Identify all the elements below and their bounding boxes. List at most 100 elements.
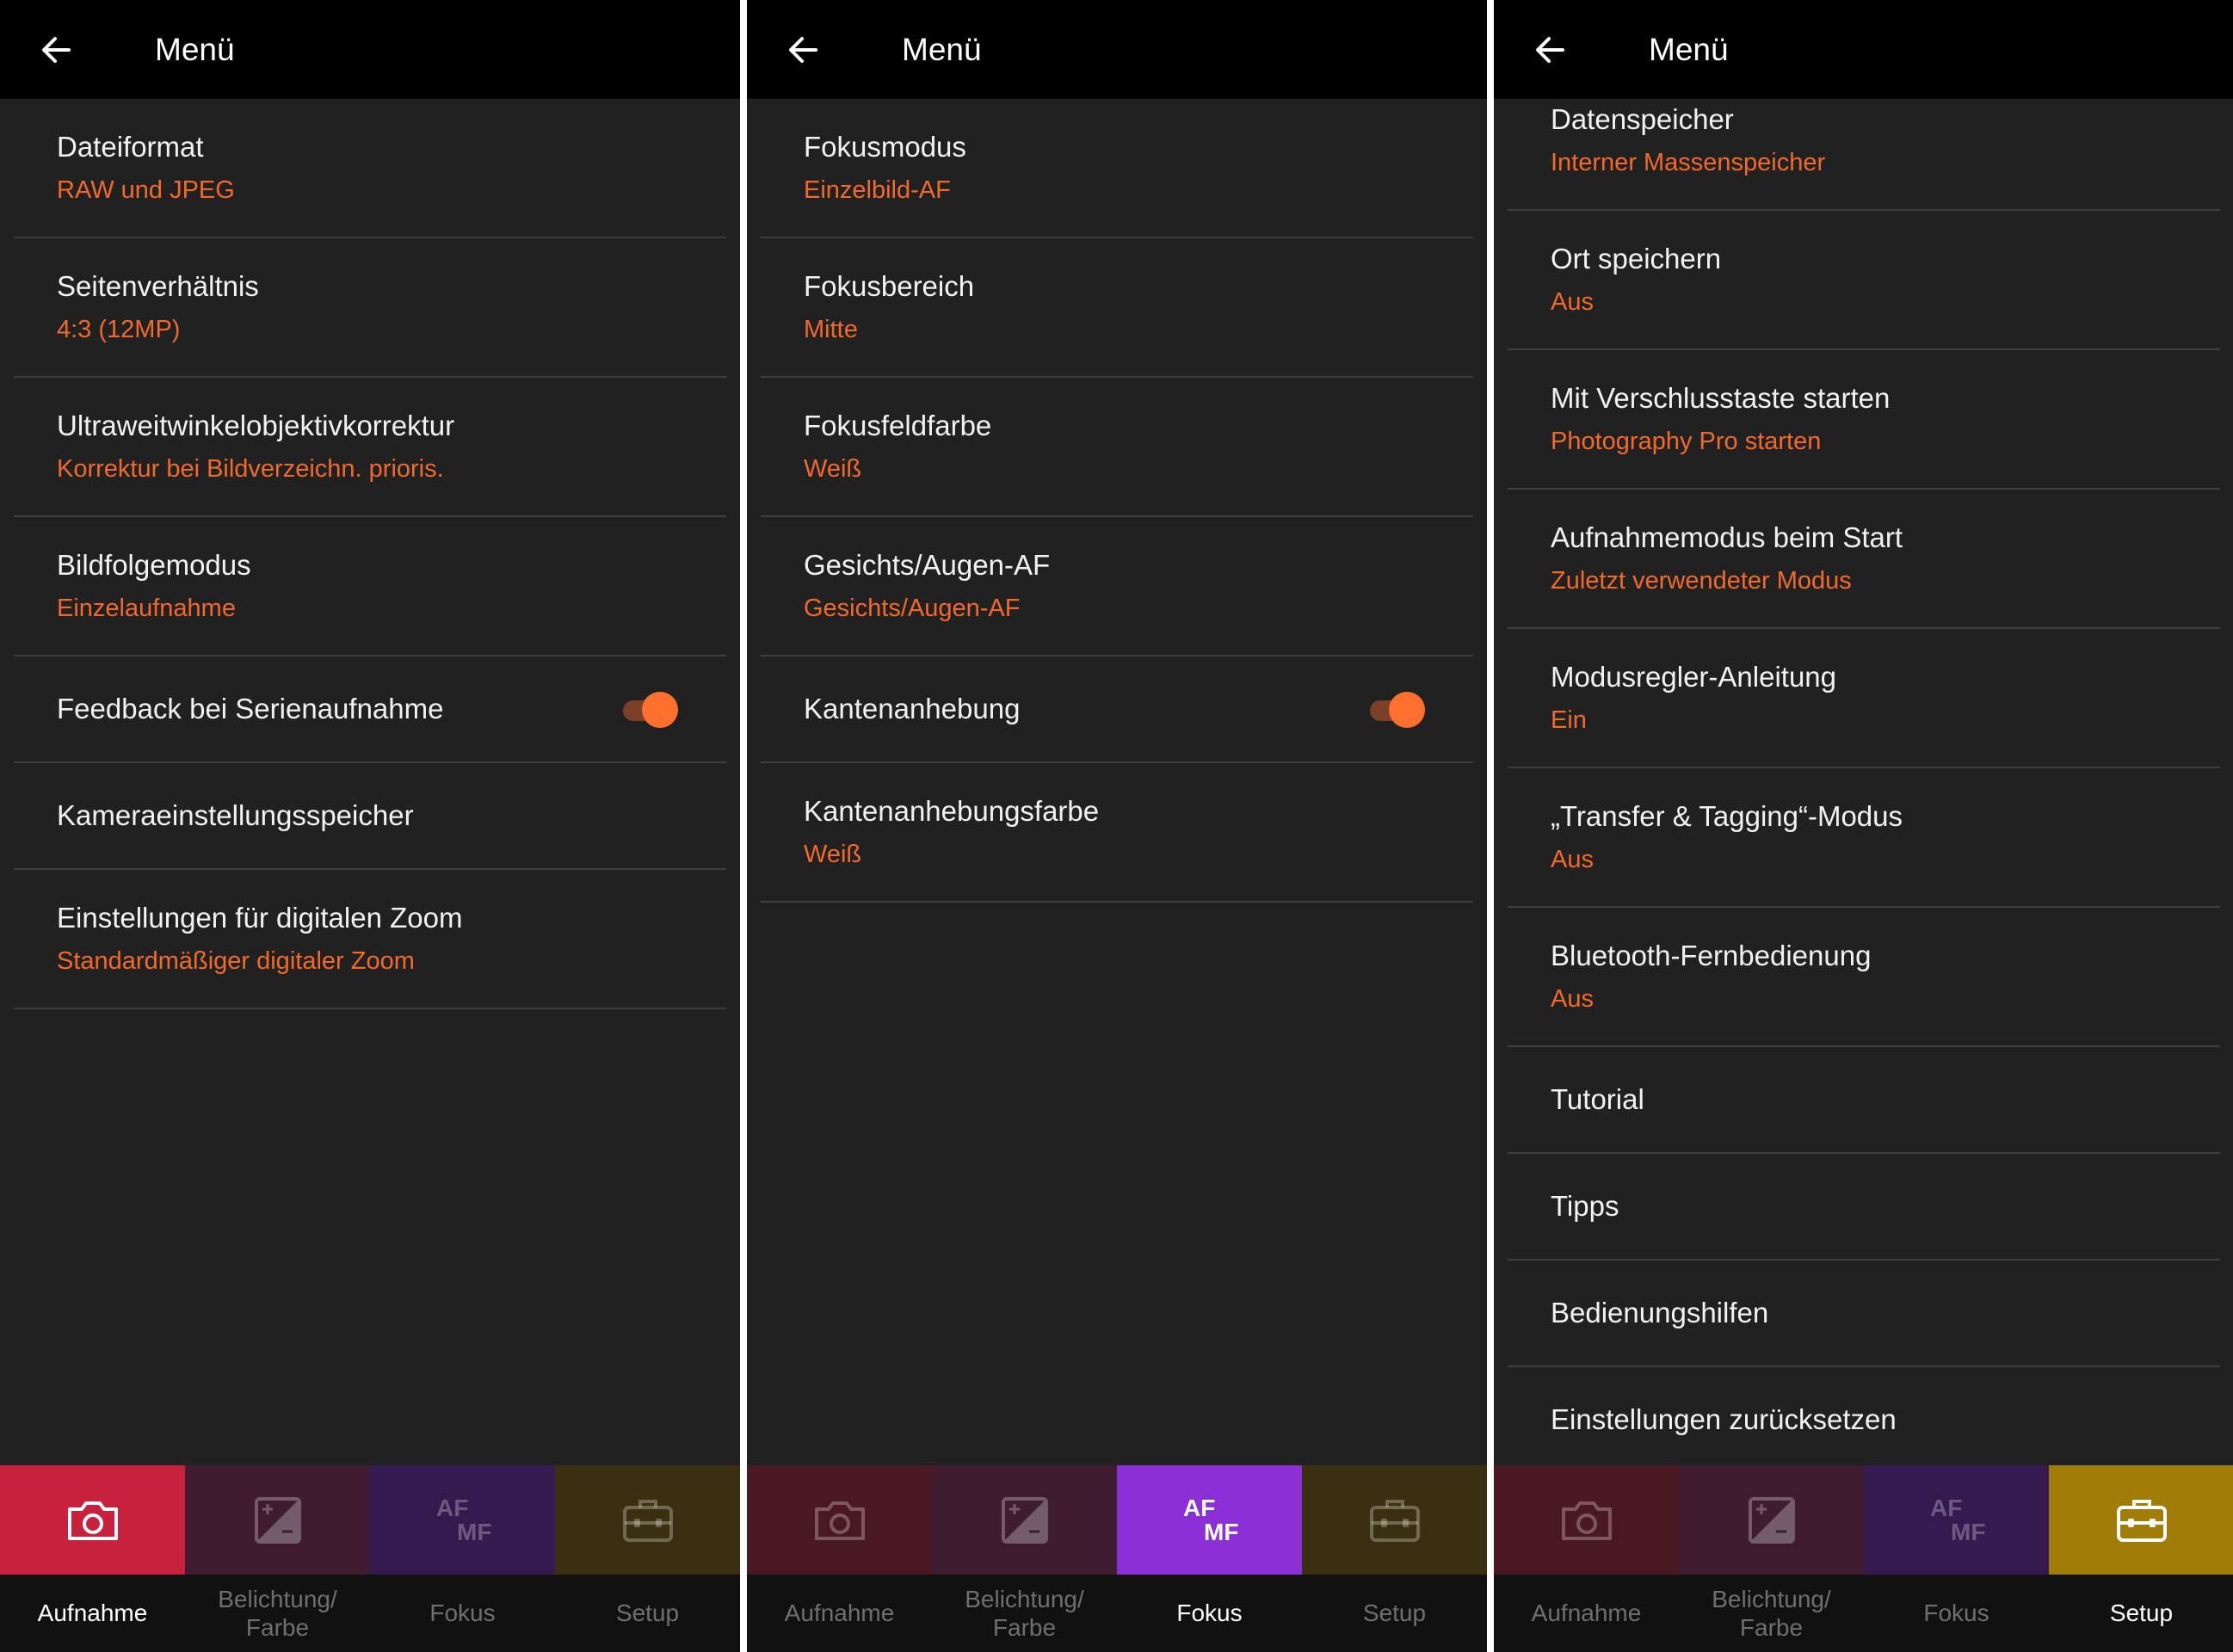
tab-label: Setup — [2109, 1600, 2174, 1626]
tab-setup[interactable]: Setup — [1302, 1465, 1487, 1652]
tab-label: Belichtung/ Farbe — [1712, 1586, 1831, 1641]
tab-belichtung[interactable]: Belichtung/ Farbe — [932, 1465, 1117, 1652]
icon-af-text: AF — [1930, 1495, 1962, 1521]
tab-label: Aufnahme — [784, 1600, 895, 1626]
camera-icon — [810, 1490, 870, 1550]
menu-item-title: Kameraeinstellungsspeicher — [57, 799, 414, 831]
tab-icon-area — [185, 1465, 370, 1575]
tab-aufnahme[interactable]: Aufnahme — [1494, 1465, 1679, 1652]
menu-item-transfer-tagging-modus[interactable]: „Transfer & Tagging“-Modus Aus — [1508, 768, 2220, 908]
tab-icon-area: AF MF — [1864, 1465, 2049, 1575]
icon-mf-text: MF — [1204, 1519, 1238, 1545]
menu-item-ultraweitwinkelobjektivkorrektur[interactable]: Ultraweitwinkelobjektivkorrektur Korrektu… — [14, 378, 726, 517]
icon-af-text: AF — [436, 1495, 468, 1521]
icon-mf-text: MF — [1951, 1519, 1985, 1545]
menu-item-title: Tipps — [1551, 1190, 1619, 1222]
tab-label: Setup — [1362, 1600, 1427, 1626]
menu-item-bluetooth-fernbedienung[interactable]: Bluetooth-Fernbedienung Aus — [1508, 908, 2220, 1047]
menu-item-feedback-bei-serienaufnahme[interactable]: Feedback bei Serienaufnahme — [14, 656, 726, 763]
menu-item-title: Dateiformat — [57, 131, 204, 163]
menu-item-ort-speichern[interactable]: Ort speichern Aus — [1508, 211, 2220, 350]
menu-item-value: Photography Pro starten — [1551, 428, 1822, 455]
menu-item-kantenanhebungsfarbe[interactable]: Kantenanhebungsfarbe Weiß — [761, 763, 1473, 903]
bottom-tab-bar: Aufnahme Belichtung/ Farbe AF MF Fokus Setup — [747, 1465, 1487, 1652]
menu-item-title: Fokusfeldfarbe — [804, 410, 992, 441]
menu-item-title: Ultraweitwinkelobjektivkorrektur — [57, 410, 455, 441]
tab-fokus[interactable]: AF MF Fokus — [1864, 1465, 2049, 1652]
menu-item-title: Einstellungen für digitalen Zoom — [57, 902, 463, 934]
back-arrow-icon[interactable] — [785, 31, 823, 69]
menu-item-modusregler-anleitung[interactable]: Modusregler-Anleitung Ein — [1508, 629, 2220, 768]
menu-item-fokusbereich[interactable]: Fokusbereich Mitte — [761, 238, 1473, 378]
menu-item-value: RAW und JPEG — [57, 176, 235, 204]
tab-icon-area — [1494, 1465, 1679, 1575]
menu-item-dateiformat[interactable]: Dateiformat RAW und JPEG — [14, 99, 726, 238]
toggle-switch[interactable] — [620, 691, 680, 729]
menu-item-einstellungen-zuruecksetzen[interactable]: Einstellungen zurücksetzen — [1508, 1367, 2220, 1474]
menu-item-kantenanhebung[interactable]: Kantenanhebung — [761, 656, 1473, 763]
icon-af-text: AF — [1183, 1495, 1215, 1521]
menu-item-aufnahmemodus-beim-start[interactable]: Aufnahmemodus beim Start Zuletzt verwende… — [1508, 490, 2220, 629]
tab-fokus[interactable]: AF MF Fokus — [1117, 1465, 1302, 1652]
tab-label-area: Setup — [555, 1575, 740, 1652]
menu-item-title: Bildfolgemodus — [57, 549, 251, 581]
toolbox-icon — [1365, 1490, 1425, 1550]
tab-belichtung[interactable]: Belichtung/ Farbe — [185, 1465, 370, 1652]
toolbox-icon — [2112, 1490, 2172, 1550]
menu-item-bedienungshilfen[interactable]: Bedienungshilfen — [1508, 1261, 2220, 1367]
menu-item-bildfolgemodus[interactable]: Bildfolgemodus Einzelaufnahme — [14, 517, 726, 656]
menu-item-title: „Transfer & Tagging“-Modus — [1551, 800, 1903, 832]
tab-label: Fokus — [429, 1600, 496, 1626]
camera-icon — [1557, 1490, 1617, 1550]
menu-item-value: Weiß — [804, 455, 862, 483]
menu-item-gesichts-augen-af[interactable]: Gesichts/Augen-AF Gesichts/Augen-AF — [761, 517, 1473, 656]
tab-setup[interactable]: Setup — [555, 1465, 740, 1652]
tab-aufnahme[interactable]: Aufnahme — [0, 1465, 185, 1652]
tab-label: Aufnahme — [37, 1600, 148, 1626]
page-title: Menü — [1649, 32, 1729, 67]
tab-belichtung[interactable]: Belichtung/ Farbe — [1679, 1465, 1864, 1652]
back-arrow-icon[interactable] — [1532, 31, 1570, 69]
menu-item-mit-verschlusstaste-starten[interactable]: Mit Verschlusstaste starten Photography P… — [1508, 350, 2220, 490]
menu-item-tipps[interactable]: Tipps — [1508, 1154, 2220, 1261]
menu-item-title: Gesichts/Augen-AF — [804, 549, 1051, 581]
tab-fokus[interactable]: AF MF Fokus — [370, 1465, 555, 1652]
tab-label: Belichtung/ Farbe — [965, 1586, 1084, 1641]
menu-item-value: Korrektur bei Bildverzeichn. prioris. — [57, 455, 444, 483]
settings-list: Dateiformat RAW und JPEG Seitenverhältnis 4… — [14, 99, 726, 1009]
app-bar: Menü — [747, 0, 1487, 99]
menu-item-title: Feedback bei Serienaufnahme — [57, 693, 444, 724]
menu-item-tutorial[interactable]: Tutorial — [1508, 1047, 2220, 1154]
menu-item-seitenverhaeltnis[interactable]: Seitenverhältnis 4:3 (12MP) — [14, 238, 726, 378]
tab-setup[interactable]: Setup — [2049, 1465, 2233, 1652]
menu-item-title: Mit Verschlusstaste starten — [1551, 382, 1891, 414]
menu-panel-setup: Datenspeicher Interner Massenspeicher Ort … — [1494, 0, 2233, 1652]
back-arrow-icon[interactable] — [38, 31, 76, 69]
tab-icon-area — [747, 1465, 932, 1575]
exposure-icon — [248, 1490, 308, 1550]
tab-aufnahme[interactable]: Aufnahme — [747, 1465, 932, 1652]
menu-item-fokusfeldfarbe[interactable]: Fokusfeldfarbe Weiß — [761, 378, 1473, 517]
menu-item-title: Einstellungen zurücksetzen — [1551, 1403, 1897, 1435]
menu-item-fokusmodus[interactable]: Fokusmodus Einzelbild-AF — [761, 99, 1473, 238]
tab-icon-area: AF MF — [1117, 1465, 1302, 1575]
tab-icon-area — [1679, 1465, 1864, 1575]
menu-item-kameraeinstellungsspeicher[interactable]: Kameraeinstellungsspeicher — [14, 763, 726, 870]
menu-item-title: Aufnahmemodus beim Start — [1551, 521, 1903, 553]
menu-panel-fokus: Fokusmodus Einzelbild-AF Fokusbereich Mitte… — [747, 0, 1487, 1652]
bottom-tab-bar: Aufnahme Belichtung/ Farbe AF MF Fokus Setup — [1494, 1465, 2233, 1652]
menu-item-title: Modusregler-Anleitung — [1551, 661, 1837, 693]
tab-label-area: Aufnahme — [1494, 1575, 1679, 1652]
menu-item-title: Ort speichern — [1551, 243, 1722, 274]
af-mf-icon: AF MF — [433, 1490, 493, 1550]
menu-item-einstellungen-fuer-digitalen-zoom[interactable]: Einstellungen für digitalen Zoom Standard… — [14, 870, 726, 1009]
tab-label-area: Fokus — [1117, 1575, 1302, 1652]
exposure-icon — [1742, 1490, 1802, 1550]
menu-item-value: Mitte — [804, 316, 858, 343]
tab-label-area: Aufnahme — [747, 1575, 932, 1652]
toggle-switch[interactable] — [1366, 691, 1427, 729]
tab-label: Belichtung/ Farbe — [218, 1586, 337, 1641]
tab-label-area: Setup — [1302, 1575, 1487, 1652]
toolbox-icon — [618, 1490, 678, 1550]
menu-item-value: Ein — [1551, 706, 1587, 734]
